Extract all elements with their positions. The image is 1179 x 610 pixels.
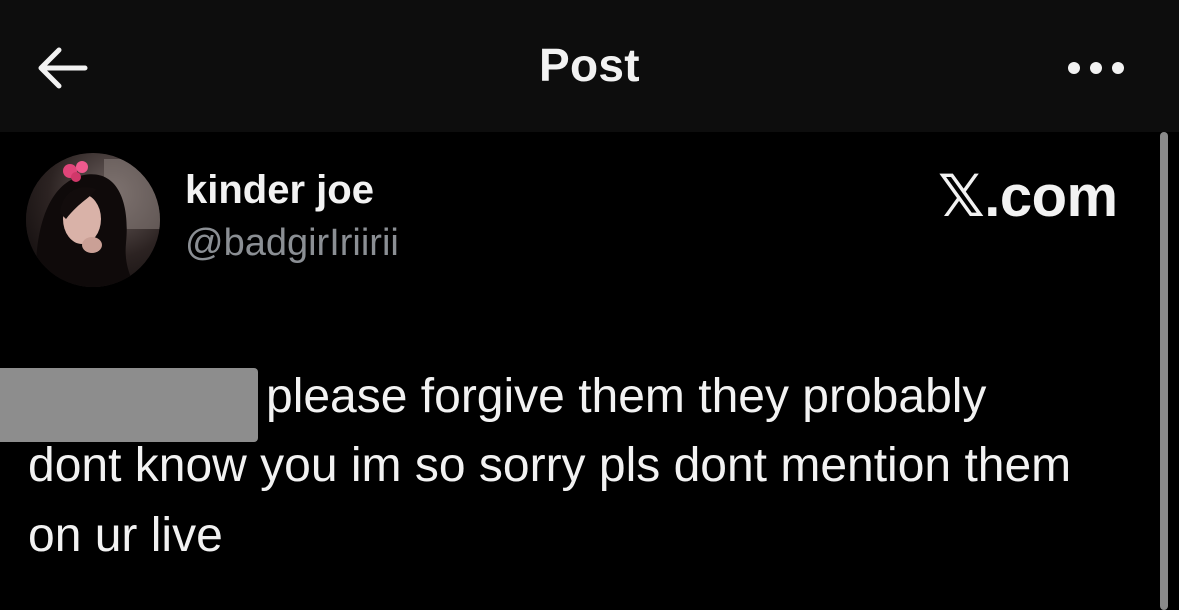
redacted-mention xyxy=(0,368,258,442)
top-bar: Post xyxy=(0,0,1179,132)
scrollbar[interactable] xyxy=(1160,132,1168,610)
x-com-watermark: 𝕏.com xyxy=(938,164,1118,229)
profile-photo xyxy=(26,153,160,287)
avatar[interactable] xyxy=(26,153,160,287)
more-options-button[interactable] xyxy=(1058,48,1134,88)
more-horizontal-icon xyxy=(1068,62,1124,74)
post-text-line: on ur live xyxy=(28,509,223,562)
author-handle[interactable]: @badgirIriirii xyxy=(185,222,399,265)
post-text-line: dont know you im so sorry pls dont menti… xyxy=(28,439,1072,492)
author-display-name[interactable]: kinder joe xyxy=(185,168,374,213)
post-screen: Post kinder joe @badgirIriirii 𝕏.com ple… xyxy=(0,0,1179,610)
page-title: Post xyxy=(539,39,640,91)
post-text-line: please forgive them they probably xyxy=(266,370,987,423)
